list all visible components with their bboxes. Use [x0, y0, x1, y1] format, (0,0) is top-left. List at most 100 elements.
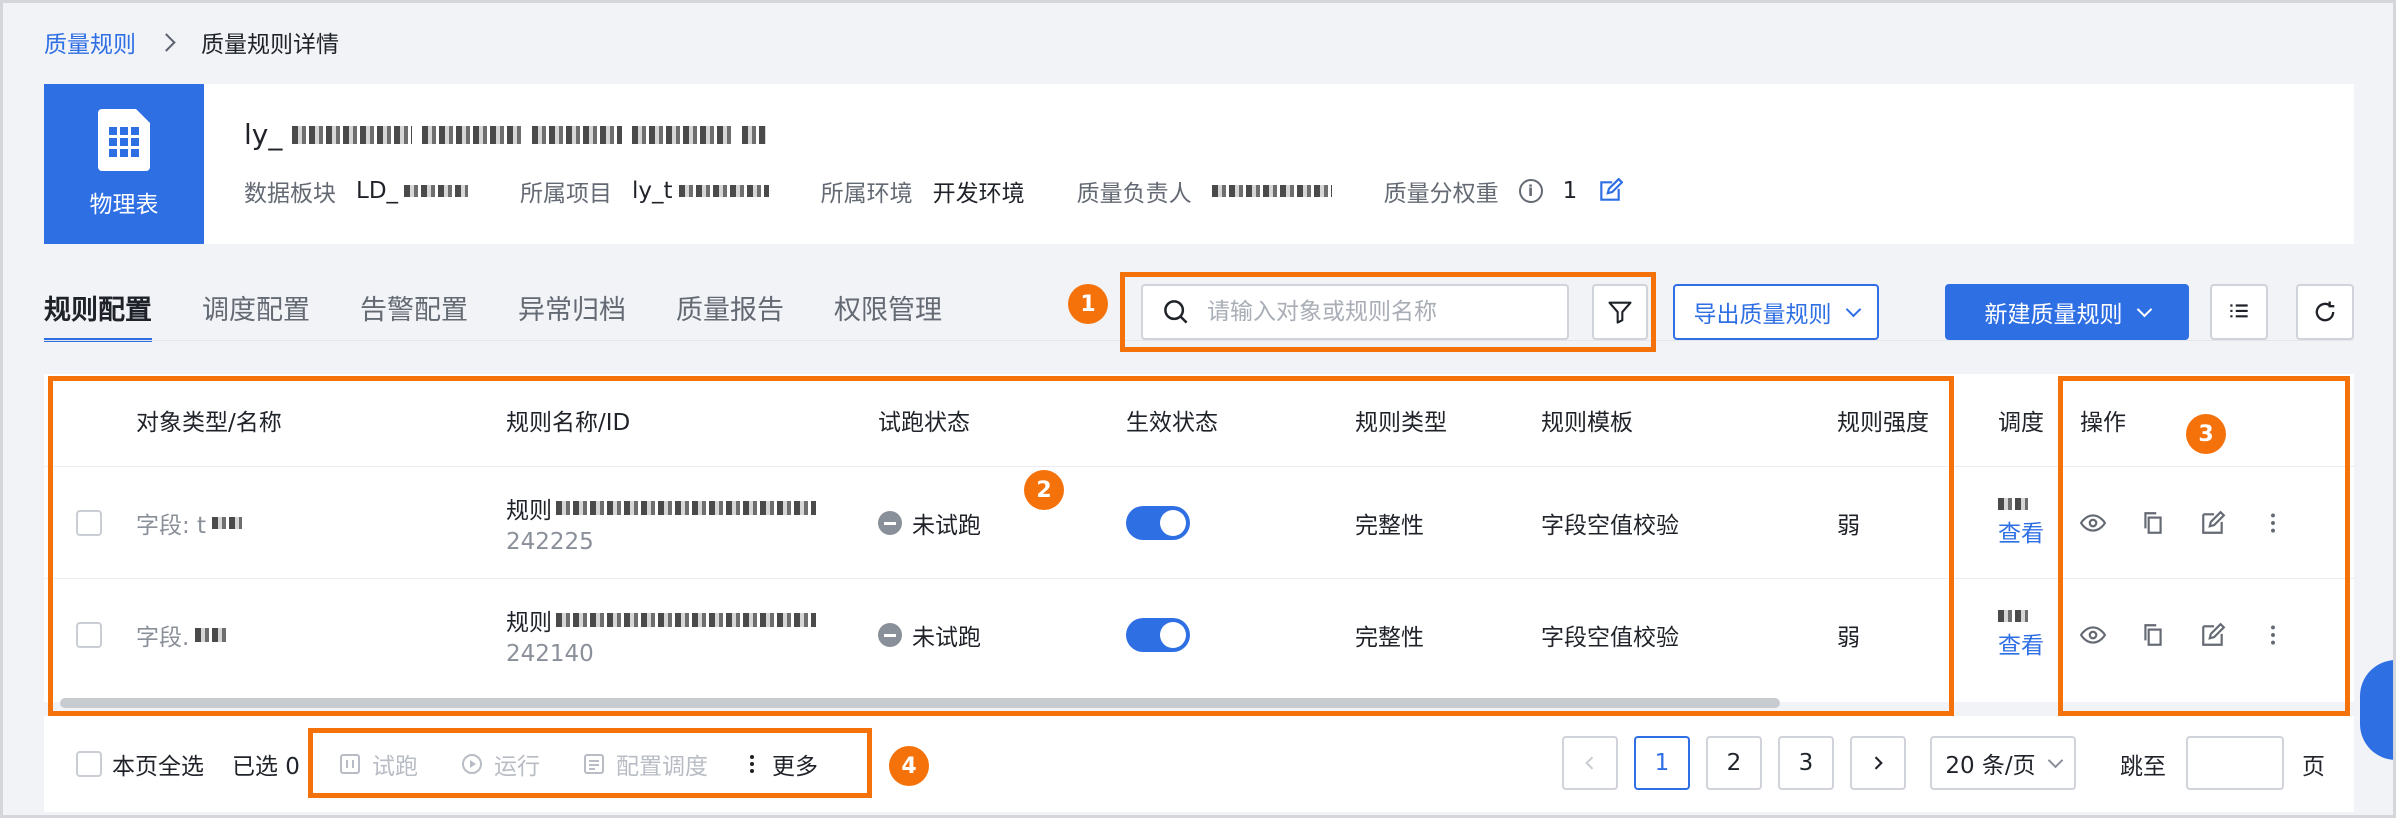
- trial-run-action[interactable]: 试跑: [338, 742, 418, 786]
- table-file-icon: [98, 109, 150, 171]
- rules-table: 对象类型/名称 规则名称/ID 试跑状态 生效状态 规则类型 规则模板 规则强度…: [44, 374, 2354, 702]
- breadcrumb-parent-link[interactable]: 质量规则: [44, 25, 136, 59]
- tab-exception-archive[interactable]: 异常归档: [518, 288, 626, 332]
- rule-id: 242225: [506, 529, 594, 555]
- run-action[interactable]: 运行: [460, 742, 540, 786]
- callout-badge-4: 4: [889, 746, 929, 786]
- export-label: 导出质量规则: [1693, 302, 1832, 328]
- search-icon: [1164, 300, 1188, 324]
- view-schedule-link[interactable]: 查看: [1998, 626, 2044, 660]
- redacted-text: [422, 125, 523, 144]
- rule-name: 规则: [506, 610, 552, 636]
- column-header-schedule: 调度: [1998, 410, 2044, 436]
- breadcrumb-current: 质量规则详情: [201, 32, 339, 58]
- selected-count: 已选 0: [232, 754, 300, 780]
- view-schedule-link[interactable]: 查看: [1998, 514, 2044, 548]
- tab-schedule-config[interactable]: 调度配置: [202, 288, 310, 332]
- callout-badge-1: 1: [1068, 284, 1108, 324]
- rule-strength: 弱: [1837, 513, 1860, 539]
- tab-permission[interactable]: 权限管理: [834, 288, 942, 332]
- page-3-button[interactable]: 3: [1778, 736, 1834, 790]
- filter-icon: [1608, 301, 1632, 324]
- new-rule-label: 新建质量规则: [1984, 302, 2123, 328]
- chevron-down-icon: [1845, 301, 1861, 317]
- column-header-rule-name: 规则名称/ID: [506, 410, 631, 436]
- tab-bar: 规则配置 调度配置 告警配置 异常归档 质量报告 权限管理: [44, 288, 992, 342]
- meta-value-env: 开发环境: [932, 181, 1025, 207]
- edit-icon[interactable]: [2200, 622, 2226, 648]
- object-title-prefix: ly_: [244, 118, 283, 151]
- effective-toggle[interactable]: [1126, 506, 1190, 540]
- object-name: 字段.: [136, 579, 228, 691]
- redacted-text: [292, 125, 413, 144]
- minus-circle-icon: [878, 623, 902, 647]
- tab-rule-config[interactable]: 规则配置: [44, 288, 152, 342]
- filter-button[interactable]: [1592, 284, 1648, 340]
- view-icon[interactable]: [2080, 510, 2106, 536]
- trial-status: 未试跑: [878, 467, 981, 579]
- tab-quality-report[interactable]: 质量报告: [676, 288, 784, 332]
- physical-table-tile: 物理表: [44, 84, 204, 244]
- schedule-cell: 查看: [1998, 467, 2044, 579]
- redacted-text: [632, 125, 733, 144]
- column-header-object: 对象类型/名称: [136, 410, 282, 436]
- jump-label: 跳至: [2120, 754, 2166, 780]
- page-1-button[interactable]: 1: [1634, 736, 1690, 790]
- minus-circle-icon: [878, 511, 902, 535]
- view-icon[interactable]: [2080, 622, 2106, 648]
- row-checkbox[interactable]: [76, 622, 102, 648]
- meta-key-weight: 质量分权重: [1383, 181, 1499, 207]
- list-view-button[interactable]: [2210, 284, 2268, 340]
- more-icon[interactable]: [2260, 510, 2286, 536]
- copy-icon[interactable]: [2140, 510, 2166, 536]
- more-action[interactable]: 更多: [742, 742, 818, 786]
- chevron-right-icon: [1874, 756, 1883, 770]
- chevron-down-icon: [2047, 752, 2063, 768]
- meta-key-block: 数据板块: [244, 181, 336, 207]
- refresh-icon: [2315, 301, 2335, 322]
- page-2-button[interactable]: 2: [1706, 736, 1762, 790]
- row-actions: [2080, 579, 2286, 691]
- column-header-rule-type: 规则类型: [1355, 410, 1447, 436]
- meta-key-owner: 质量负责人: [1076, 181, 1192, 207]
- jump-page-input[interactable]: [2186, 736, 2284, 790]
- chevron-right-icon: [157, 32, 176, 52]
- prev-page-button[interactable]: [1562, 736, 1618, 790]
- more-icon: [750, 755, 754, 773]
- horizontal-scrollbar[interactable]: [60, 698, 1780, 708]
- search-input[interactable]: [1207, 299, 1567, 325]
- meta-key-env: 所属环境: [820, 181, 913, 207]
- tab-alert-config[interactable]: 告警配置: [360, 288, 468, 332]
- copy-icon[interactable]: [2140, 622, 2166, 648]
- object-name: 字段: t: [136, 467, 243, 579]
- tab-divider: [44, 340, 2354, 341]
- next-page-button[interactable]: [1850, 736, 1906, 790]
- row-checkbox[interactable]: [76, 510, 102, 536]
- rule-template: 字段空值校验: [1541, 513, 1679, 539]
- edit-icon[interactable]: [2200, 510, 2226, 536]
- select-all-checkbox[interactable]: [76, 751, 102, 777]
- redacted-text: [742, 125, 767, 144]
- chevron-down-icon: [2136, 301, 2152, 317]
- meta-row: 数据板块 LD_ 所属项目 ly_t 所属环境 开发环境 质量负责人 质量分权重…: [244, 174, 1624, 208]
- info-icon[interactable]: i: [1518, 179, 1543, 203]
- chevron-left-icon: [1585, 756, 1594, 770]
- select-all[interactable]: 本页全选: [76, 742, 204, 786]
- rule-type: 完整性: [1355, 513, 1424, 539]
- more-icon[interactable]: [2260, 622, 2286, 648]
- rule-id: 242140: [506, 641, 594, 667]
- rule-name: 规则: [506, 498, 552, 524]
- page-size-select[interactable]: 20 条/页: [1930, 736, 2076, 790]
- edit-icon[interactable]: [1597, 178, 1624, 204]
- new-rule-button[interactable]: 新建质量规则: [1945, 284, 2189, 340]
- export-rules-button[interactable]: 导出质量规则: [1673, 284, 1879, 340]
- column-header-actions: 操作: [2080, 410, 2126, 436]
- effective-toggle[interactable]: [1126, 618, 1190, 652]
- search-box: [1141, 284, 1569, 340]
- list-icon: [2230, 304, 2248, 318]
- object-title: ly_: [244, 118, 767, 151]
- rule-name-id: 规则 242140: [506, 579, 816, 691]
- config-schedule-action[interactable]: 配置调度: [582, 742, 708, 786]
- refresh-button[interactable]: [2296, 284, 2354, 340]
- floating-help-button[interactable]: [2360, 660, 2396, 760]
